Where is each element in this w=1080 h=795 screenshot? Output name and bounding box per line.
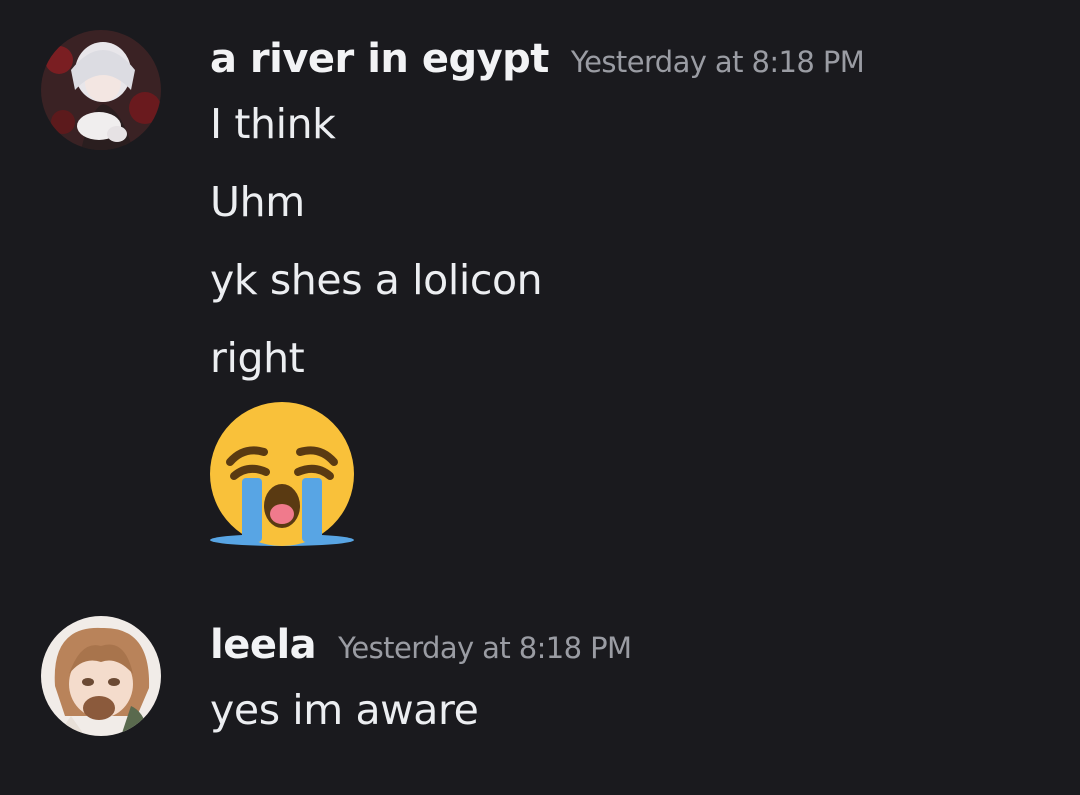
username[interactable]: leela xyxy=(210,622,317,668)
message-header: leela Yesterday at 8:18 PM xyxy=(210,622,632,668)
message-text: yk shes a lolicon xyxy=(210,256,543,304)
avatar-image-2 xyxy=(41,616,161,736)
user-avatar[interactable] xyxy=(41,30,161,150)
timestamp[interactable]: Yesterday at 8:18 PM xyxy=(338,631,632,665)
avatar-image-1 xyxy=(41,30,161,150)
user-avatar[interactable] xyxy=(41,616,161,736)
message-text: Uhm xyxy=(210,178,305,226)
username[interactable]: a river in egypt xyxy=(210,36,549,82)
message-header: a river in egypt Yesterday at 8:18 PM xyxy=(210,36,865,82)
loudly-crying-face-emoji[interactable] xyxy=(208,402,356,550)
timestamp[interactable]: Yesterday at 8:18 PM xyxy=(571,45,865,79)
message-text: right xyxy=(210,334,305,382)
emoji-graphic xyxy=(210,402,354,546)
message-text: yes im aware xyxy=(210,686,479,734)
message-text: I think xyxy=(210,100,336,148)
